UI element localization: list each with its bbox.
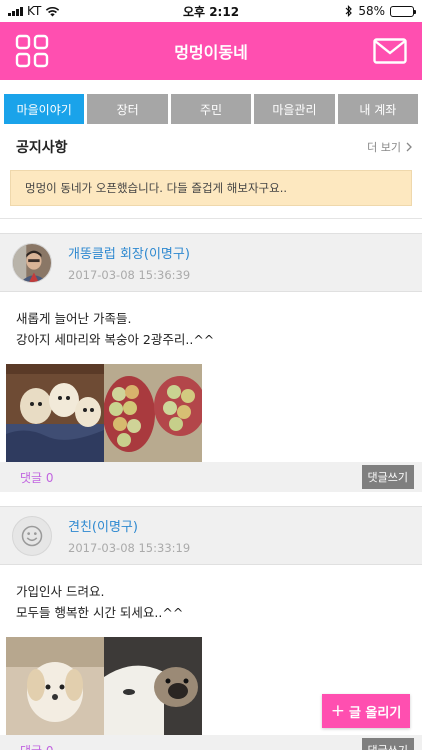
post-body: 가입인사 드려요. 모두들 행복한 시간 되세요..^^ [0, 565, 422, 637]
wifi-icon [46, 6, 60, 16]
avatar[interactable] [12, 242, 52, 283]
status-right: 58% [345, 4, 416, 18]
tab-my-account[interactable]: 내 계좌 [337, 94, 419, 124]
pug-image [104, 637, 202, 735]
status-bar: KT 오후 2:12 58% [0, 0, 422, 22]
plus-icon: + [330, 701, 345, 721]
envelope-icon [373, 38, 407, 64]
avatar[interactable] [12, 515, 52, 556]
author-name[interactable]: 개똥클럽 회장(이명구) [68, 243, 190, 262]
peaches-image [104, 364, 202, 462]
notice-title: 공지사항 [16, 140, 68, 156]
author-name[interactable]: 견친(이명구) [68, 516, 190, 535]
tab-village-admin[interactable]: 마을관리 [254, 94, 335, 124]
chevron-right-icon [406, 142, 412, 152]
app-header: 멍멍이동네 [0, 22, 422, 80]
carrier-label: KT [27, 4, 42, 18]
tab-residents[interactable]: 주민 [170, 94, 252, 124]
post-header: 개똥클럽 회장(이명구) 2017-03-08 15:36:39 [0, 234, 422, 292]
app-title: 멍멍이동네 [174, 43, 248, 62]
menu-button[interactable] [14, 33, 50, 69]
post-text-line: 가입인사 드려요. [16, 584, 105, 599]
post-timestamp: 2017-03-08 15:36:39 [68, 268, 191, 282]
status-left: KT [8, 4, 60, 18]
puppy-image [6, 637, 104, 735]
tab-market[interactable]: 장터 [87, 94, 168, 124]
tab-village-story[interactable]: 마을이야기 [4, 94, 85, 124]
post-text-line: 새롭게 늘어난 가족들. [16, 311, 132, 326]
pug-photo[interactable] [104, 637, 202, 735]
battery-icon [390, 5, 416, 17]
smiley-face-icon [13, 517, 51, 554]
more-label: 더 보기 [367, 141, 401, 154]
post-timestamp: 2017-03-08 15:33:19 [68, 541, 191, 555]
write-post-label: 글 올리기 [348, 705, 402, 721]
write-post-button[interactable]: + 글 올리기 [322, 694, 410, 728]
post-card: 개똥클럽 회장(이명구) 2017-03-08 15:36:39 새롭게 늘어난… [0, 233, 422, 492]
puppies-image [6, 364, 104, 462]
notice-message[interactable]: 멍멍이 동네가 오픈했습니다. 다들 즐겁게 해보자구요.. [10, 170, 412, 206]
section-divider [0, 219, 422, 233]
notice-more-link[interactable]: 더 보기 [367, 139, 412, 155]
post-footer: 댓글 0 댓글쓰기 [0, 735, 422, 750]
puppies-photo[interactable] [6, 364, 104, 462]
notice-header: 공지사항 더 보기 [10, 134, 412, 160]
post-body: 새롭게 늘어난 가족들. 강아지 세마리와 복숭아 2광주리..^^ [0, 292, 422, 364]
post-footer: 댓글 0 댓글쓰기 [0, 462, 422, 492]
battery-percent: 58% [358, 4, 385, 18]
signal-strength-icon [8, 6, 23, 16]
post-header: 견친(이명구) 2017-03-08 15:33:19 [0, 507, 422, 565]
grid-menu-icon [15, 34, 49, 68]
write-comment-button[interactable]: 댓글쓰기 [361, 738, 414, 750]
write-comment-button[interactable]: 댓글쓰기 [361, 465, 414, 489]
post-text-line: 모두들 행복한 시간 되세요..^^ [16, 605, 184, 620]
bluetooth-icon [345, 5, 353, 17]
author-meta: 개똥클럽 회장(이명구) 2017-03-08 15:36:39 [68, 243, 190, 282]
post-photos [0, 364, 422, 462]
user-photo-icon [13, 243, 51, 282]
notice-section: 공지사항 더 보기 멍멍이 동네가 오픈했습니다. 다들 즐겁게 해보자구요.. [0, 126, 422, 219]
section-divider [0, 492, 422, 506]
comment-count[interactable]: 댓글 0 [20, 469, 54, 486]
peaches-photo[interactable] [104, 364, 202, 462]
tab-bar: 마을이야기 장터 주민 마을관리 내 계좌 [0, 80, 422, 126]
comment-count[interactable]: 댓글 0 [20, 742, 54, 750]
post-text-line: 강아지 세마리와 복숭아 2광주리..^^ [16, 332, 215, 347]
mail-button[interactable] [372, 33, 408, 69]
author-meta: 견친(이명구) 2017-03-08 15:33:19 [68, 516, 190, 555]
puppy-photo[interactable] [6, 637, 104, 735]
